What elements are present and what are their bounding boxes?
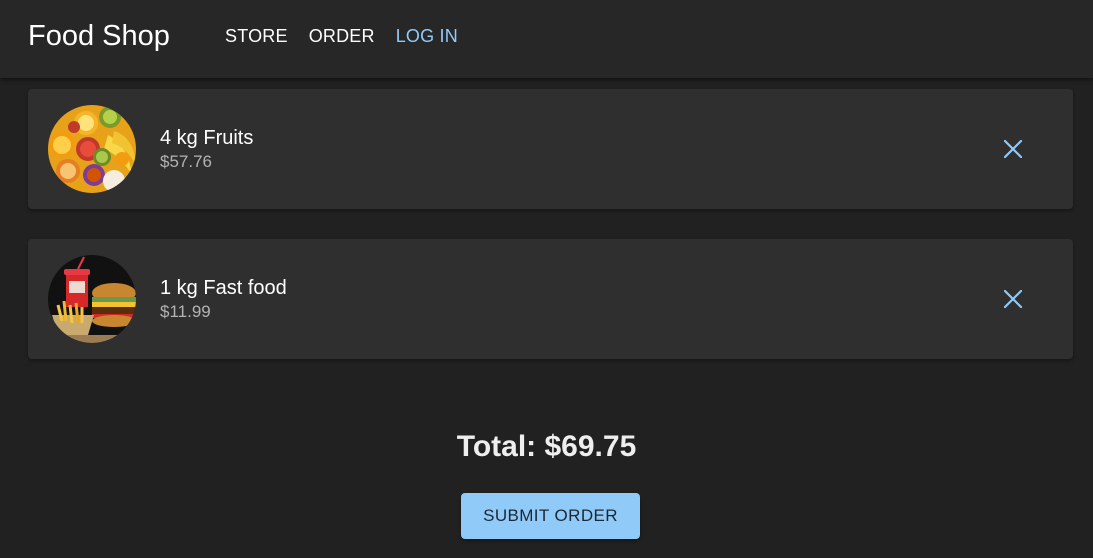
- close-icon: [1003, 139, 1023, 159]
- brand-title[interactable]: Food Shop: [28, 19, 170, 53]
- main-nav: STORE ORDER LOG IN: [225, 25, 458, 47]
- fast-food-thumbnail: [48, 255, 136, 343]
- fruits-thumbnail: [48, 105, 136, 193]
- remove-item-button[interactable]: [997, 283, 1029, 315]
- item-price: $57.76: [160, 152, 212, 171]
- submit-order-button[interactable]: SUBMIT ORDER: [461, 493, 640, 539]
- cart-item: 1 kg Fast food $11.99: [28, 239, 1073, 359]
- remove-item-button[interactable]: [997, 133, 1029, 165]
- item-title: 1 kg Fast food: [160, 277, 287, 299]
- close-icon: [1003, 289, 1023, 309]
- cart-item: 4 kg Fruits $57.76: [28, 89, 1073, 209]
- nav-order-link[interactable]: ORDER: [309, 25, 375, 47]
- nav-login-link[interactable]: LOG IN: [396, 25, 458, 47]
- item-price: $11.99: [160, 302, 211, 321]
- app-bar: Food Shop STORE ORDER LOG IN: [0, 0, 1093, 78]
- nav-store-link[interactable]: STORE: [225, 25, 288, 47]
- order-total: Total: $69.75: [456, 430, 637, 463]
- item-title: 4 kg Fruits: [160, 127, 254, 149]
